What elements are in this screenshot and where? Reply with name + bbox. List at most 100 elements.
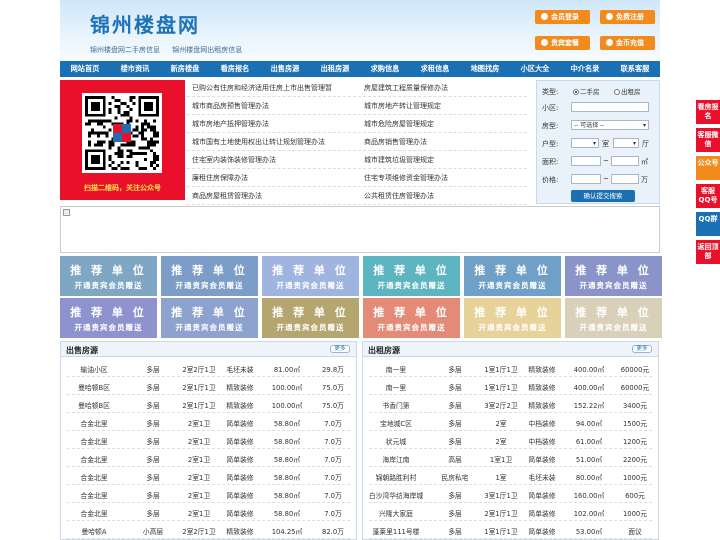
listing-community[interactable]: 合金北里: [64, 472, 124, 482]
listing-row[interactable]: 合金北里 多层 2室1卫 简单装修 58.80㎡ 7.0万: [61, 485, 356, 503]
recommended-unit-ad[interactable]: 推 荐 单 位开通贵宾会员赠送: [565, 256, 662, 296]
listing-row[interactable]: 书香门第 多层 3室2厅2卫 精致装修 152.22㎡ 3400元: [363, 395, 658, 413]
nav-item-2[interactable]: 新房楼盘: [160, 61, 210, 77]
nav-item-3[interactable]: 看房报名: [210, 61, 260, 77]
listing-community[interactable]: 南一里: [366, 382, 426, 392]
regulation-link[interactable]: 已购公有住房和经济适用住房上市出售管理暂: [192, 83, 332, 93]
listing-community[interactable]: 合金北里: [64, 508, 124, 518]
nav-item-9[interactable]: 小区大全: [510, 61, 560, 77]
search-submit-button[interactable]: 确认提交搜索: [571, 190, 635, 202]
recommended-unit-ad[interactable]: 推 荐 单 位开通贵宾会员赠送: [464, 298, 561, 338]
recharge-button[interactable]: 金币充值: [600, 36, 655, 50]
listing-row[interactable]: 锦朝路胜利村 民房私宅 1室 毛坯未装 80.00㎡ 1000元: [363, 467, 658, 485]
side-button-4[interactable]: QQ群: [696, 212, 720, 236]
listing-row[interactable]: 状元城 多层 2室 中档装修 61.00㎡ 1200元: [363, 431, 658, 449]
listing-row[interactable]: 海岸江南 高层 1室1卫 简单装修 51.00㎡ 2200元: [363, 449, 658, 467]
recommended-unit-ad[interactable]: 推 荐 单 位开通贵宾会员赠送: [464, 256, 561, 296]
listing-community[interactable]: 南一里: [366, 364, 426, 374]
listing-community[interactable]: 宝地城C区: [366, 418, 426, 428]
listing-community[interactable]: 合金北里: [64, 454, 124, 464]
price-max-input[interactable]: [611, 174, 639, 184]
regulation-link[interactable]: 城市国有土地使用权出让转让规划管理办法: [192, 137, 325, 147]
listing-community[interactable]: 状元城: [366, 436, 426, 446]
header-link-ershoufang[interactable]: 锦州楼盘网二手房信息: [90, 46, 160, 54]
listing-community[interactable]: 曼哈顿B区: [64, 400, 124, 410]
price-min-input[interactable]: [571, 174, 601, 184]
listing-community[interactable]: 白沙湾华纺海岸城: [366, 490, 426, 500]
recommended-unit-ad[interactable]: 推 荐 单 位开通贵宾会员赠送: [363, 298, 460, 338]
recommended-unit-ad[interactable]: 推 荐 单 位开通贵宾会员赠送: [262, 298, 359, 338]
header-link-chuzu[interactable]: 锦州楼盘网出租房信息: [172, 46, 242, 54]
housetype-select[interactable]: -- 可选择 -- ▾: [571, 120, 649, 130]
recommended-unit-ad[interactable]: 推 荐 单 位开通贵宾会员赠送: [262, 256, 359, 296]
listing-community[interactable]: 锦朝路胜利村: [366, 472, 426, 482]
listing-row[interactable]: 合金北里 多层 2室1卫 简单装修 58.80㎡ 7.0万: [61, 413, 356, 431]
nav-item-1[interactable]: 楼市资讯: [110, 61, 160, 77]
vip-package-button[interactable]: 贵宾套餐: [535, 36, 590, 50]
nav-item-6[interactable]: 求购信息: [360, 61, 410, 77]
nav-item-10[interactable]: 中介名录: [560, 61, 610, 77]
side-button-0[interactable]: 看房报名: [696, 100, 720, 124]
listing-row[interactable]: 合金北里 多层 2室1卫 简单装修 58.80㎡ 7.0万: [61, 503, 356, 521]
listing-community[interactable]: 合金北里: [64, 436, 124, 446]
regulation-link[interactable]: 住宅室内装饰装修管理办法: [192, 155, 276, 165]
side-button-2[interactable]: 公众号: [696, 156, 720, 180]
register-button[interactable]: 免费注册: [600, 10, 655, 24]
side-button-1[interactable]: 客服微信: [696, 128, 720, 152]
listing-row[interactable]: 宝地城C区 多层 2室 中档装修 94.00㎡ 1500元: [363, 413, 658, 431]
side-button-3[interactable]: 客服QQ号: [696, 184, 720, 208]
recommended-unit-ad[interactable]: 推 荐 单 位开通贵宾会员赠送: [60, 256, 157, 296]
listing-row[interactable]: 南一里 多层 1室1厅1卫 精致装修 400.00㎡ 60000元: [363, 359, 658, 377]
recommended-unit-ad[interactable]: 推 荐 单 位开通贵宾会员赠送: [161, 256, 258, 296]
nav-item-5[interactable]: 出租房源: [310, 61, 360, 77]
listing-row[interactable]: 合金北里 多层 2室1卫 简单装修 58.80㎡ 7.0万: [61, 431, 356, 449]
nav-item-8[interactable]: 地图找房: [460, 61, 510, 77]
rent-more-button[interactable]: 更多: [632, 345, 652, 353]
listing-row[interactable]: 合金北里 多层 2室1卫 简单装修 58.80㎡ 7.0万: [61, 467, 356, 485]
listing-row[interactable]: 白沙湾华纺海岸城 多层 3室1厅1卫 简单装修 160.00㎡ 600元: [363, 485, 658, 503]
listing-row[interactable]: 曼哈顿B区 多层 2室1厅1卫 精致装修 100.00㎡ 75.0万: [61, 377, 356, 395]
area-max-input[interactable]: [611, 156, 639, 166]
side-button-5[interactable]: 返回顶部: [696, 240, 720, 264]
regulation-link[interactable]: 公共租赁住房管理办法: [364, 191, 434, 201]
nav-item-0[interactable]: 网站首页: [60, 61, 110, 77]
listing-row[interactable]: 曼哈顿B区 多层 2室1厅1卫 精致装修 100.00㎡ 75.0万: [61, 395, 356, 413]
nav-item-11[interactable]: 联系客服: [610, 61, 660, 77]
regulation-link[interactable]: 商品房屋租赁管理办法: [192, 191, 262, 201]
room-select[interactable]: ▾: [571, 138, 599, 148]
listing-community[interactable]: 蓬莱里111号楼: [366, 526, 426, 536]
listing-community[interactable]: 书香门第: [366, 400, 426, 410]
regulation-link[interactable]: 城市房地产转让管理规定: [364, 101, 441, 111]
radio-chuzufang[interactable]: 出租房: [614, 86, 641, 96]
regulation-link[interactable]: 城市房地产抵押管理办法: [192, 119, 269, 129]
regulation-link[interactable]: 廉租住房保障办法: [192, 173, 248, 183]
recommended-unit-ad[interactable]: 推 荐 单 位开通贵宾会员赠送: [363, 256, 460, 296]
listing-community[interactable]: 曼哈顿B区: [64, 382, 124, 392]
listing-community[interactable]: 输油小区: [64, 364, 124, 374]
recommended-unit-ad[interactable]: 推 荐 单 位开通贵宾会员赠送: [161, 298, 258, 338]
regulation-link[interactable]: 城市危险房屋管理规定: [364, 119, 434, 129]
nav-item-4[interactable]: 出售房源: [260, 61, 310, 77]
community-input[interactable]: [571, 102, 649, 112]
listing-row[interactable]: 蓬莱里111号楼 多层 1室1厅1卫 简单装修 53.00㎡ 面议: [363, 521, 658, 539]
listing-community[interactable]: 合金北里: [64, 490, 124, 500]
regulation-link[interactable]: 房屋建筑工程质量保修办法: [364, 83, 448, 93]
hall-select[interactable]: ▾: [613, 138, 639, 148]
regulation-link[interactable]: 城市建筑垃圾管理规定: [364, 155, 434, 165]
listing-row[interactable]: 曼哈顿A 小高层 2室2厅1卫 精致装修 104.25㎡ 82.0万: [61, 521, 356, 539]
listing-community[interactable]: 兴隆大家庭: [366, 508, 426, 518]
nav-item-7[interactable]: 求租信息: [410, 61, 460, 77]
listing-row[interactable]: 合金北里 多层 2室1卫 简单装修 58.80㎡ 7.0万: [61, 449, 356, 467]
recommended-unit-ad[interactable]: 推 荐 单 位开通贵宾会员赠送: [60, 298, 157, 338]
regulation-link[interactable]: 城市商品房预售管理办法: [192, 101, 269, 111]
regulation-link[interactable]: 住宅专项维修资金管理办法: [364, 173, 448, 183]
sale-more-button[interactable]: 更多: [330, 345, 350, 353]
regulation-link[interactable]: 商品房销售管理办法: [364, 137, 427, 147]
login-button[interactable]: 会员登录: [535, 10, 590, 24]
listing-community[interactable]: 海岸江南: [366, 454, 426, 464]
listing-community[interactable]: 曼哈顿A: [64, 526, 124, 536]
listing-row[interactable]: 南一里 多层 1室1厅1卫 精致装修 400.00㎡ 60000元: [363, 377, 658, 395]
site-logo-title[interactable]: 锦州楼盘网: [90, 9, 200, 38]
radio-ershoufang[interactable]: 二手房: [573, 86, 600, 96]
listing-community[interactable]: 合金北里: [64, 418, 124, 428]
